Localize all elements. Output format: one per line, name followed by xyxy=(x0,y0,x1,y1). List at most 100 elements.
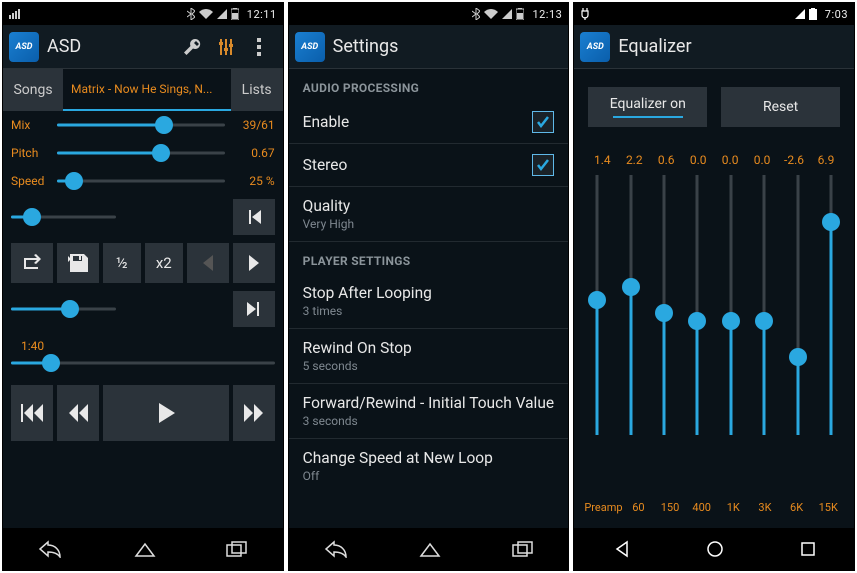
eq-band-label: 6K xyxy=(781,501,813,514)
eq-value: 1.4 xyxy=(586,153,618,167)
speed-slider[interactable] xyxy=(57,171,225,191)
step-back-button[interactable] xyxy=(187,243,229,283)
action-bar: ASD Equalizer xyxy=(574,25,854,69)
play-button[interactable] xyxy=(103,385,229,441)
status-bar: 7:03 xyxy=(574,3,854,25)
prev-track-button[interactable] xyxy=(11,385,53,441)
eq-band-label: 60 xyxy=(623,501,655,514)
extra-slider[interactable] xyxy=(11,207,116,227)
battery-icon xyxy=(809,8,817,20)
eq-band-label: 3K xyxy=(749,501,781,514)
back-icon[interactable] xyxy=(37,540,63,558)
tab-songs[interactable]: Songs xyxy=(3,69,63,111)
eq-bands xyxy=(580,175,848,435)
home-icon[interactable] xyxy=(417,540,443,558)
recents-icon[interactable] xyxy=(799,540,817,558)
wrench-icon[interactable] xyxy=(175,30,209,64)
eq-band-slider[interactable] xyxy=(714,175,747,435)
now-playing-marquee[interactable]: Matrix - Now He Sings, N... xyxy=(63,69,231,111)
tab-lists[interactable]: Lists xyxy=(231,69,283,111)
eq-band-slider[interactable] xyxy=(681,175,714,435)
audio-processing-header: AUDIO PROCESSING xyxy=(289,69,569,101)
charging-plug-icon xyxy=(580,8,590,20)
bluetooth-icon xyxy=(187,8,195,20)
clock: 12:13 xyxy=(532,8,562,21)
eq-value: 0.0 xyxy=(682,153,714,167)
equalizer-screen: 7:03 ASD Equalizer Equalizer on Reset 1.… xyxy=(573,2,855,571)
quality-row[interactable]: Quality Very High xyxy=(289,187,569,242)
double-speed-button[interactable]: x2 xyxy=(145,243,183,283)
wifi-icon xyxy=(199,9,213,19)
fast-forward-button[interactable] xyxy=(233,385,275,441)
eq-band-slider[interactable] xyxy=(614,175,647,435)
skip-next-button[interactable] xyxy=(233,291,275,327)
eq-band-slider[interactable] xyxy=(647,175,680,435)
eq-labels-row: Preamp601504001K3K6K15K xyxy=(574,493,854,528)
progress-slider[interactable] xyxy=(11,299,116,319)
equalizer-title: Equalizer xyxy=(618,36,848,57)
eq-band-slider[interactable] xyxy=(815,175,848,435)
ff-rw-row[interactable]: Forward/Rewind - Initial Touch Value 3 s… xyxy=(289,384,569,439)
status-bar: 12:13 xyxy=(289,3,569,25)
eq-band-slider[interactable] xyxy=(748,175,781,435)
position-time: 1:40 xyxy=(11,339,44,353)
back-icon[interactable] xyxy=(611,540,631,558)
step-forward-button[interactable] xyxy=(233,243,275,283)
recents-icon[interactable] xyxy=(512,541,534,557)
nav-bar xyxy=(574,528,854,570)
change-speed-row[interactable]: Change Speed at New Loop Off xyxy=(289,439,569,493)
cell-icon xyxy=(502,9,512,19)
eq-band-label: 400 xyxy=(686,501,718,514)
mix-label: Mix xyxy=(11,118,51,132)
app-icon[interactable]: ASD xyxy=(580,32,610,62)
loop-button[interactable] xyxy=(11,243,53,283)
eq-band-label: 1K xyxy=(717,501,749,514)
settings-title: Settings xyxy=(333,36,563,57)
app-icon[interactable]: ASD xyxy=(295,32,325,62)
eq-value: 0.6 xyxy=(650,153,682,167)
player-screen: 12:11 ASD ASD Songs Matrix - Now He Sing… xyxy=(2,2,284,571)
wifi-icon xyxy=(484,9,498,19)
eq-value: 0.0 xyxy=(746,153,778,167)
eq-band-label: Preamp xyxy=(584,501,622,514)
half-speed-button[interactable]: ½ xyxy=(103,243,141,283)
sliders-icon[interactable] xyxy=(209,30,243,64)
skip-prev-button[interactable] xyxy=(233,199,275,235)
save-button[interactable] xyxy=(57,243,99,283)
eq-values-row: 1.42.20.60.00.00.0-2.66.9 xyxy=(574,137,854,175)
home-icon[interactable] xyxy=(705,539,725,559)
eq-band-label: 15K xyxy=(812,501,844,514)
eq-band-slider[interactable] xyxy=(580,175,613,435)
eq-value: 2.2 xyxy=(618,153,650,167)
back-icon[interactable] xyxy=(323,540,349,558)
action-bar: ASD ASD xyxy=(3,25,283,69)
enable-checkbox[interactable] xyxy=(532,111,554,133)
eq-value: 6.9 xyxy=(810,153,842,167)
rewind-button[interactable] xyxy=(57,385,99,441)
battery-icon xyxy=(231,8,239,20)
eq-band-label: 150 xyxy=(654,501,686,514)
overflow-icon[interactable] xyxy=(243,30,277,64)
nav-bar xyxy=(3,528,283,570)
settings-screen: 12:13 ASD Settings AUDIO PROCESSING Enab… xyxy=(288,2,570,571)
home-icon[interactable] xyxy=(132,540,158,558)
clock: 12:11 xyxy=(247,8,277,21)
battery-icon xyxy=(516,8,524,20)
mix-slider[interactable] xyxy=(57,115,225,135)
clock: 7:03 xyxy=(825,8,848,21)
seek-slider[interactable] xyxy=(11,353,275,373)
pitch-slider[interactable] xyxy=(57,143,225,163)
equalizer-on-button[interactable]: Equalizer on xyxy=(588,87,707,127)
stereo-checkbox[interactable] xyxy=(532,154,554,176)
stop-after-looping-row[interactable]: Stop After Looping 3 times xyxy=(289,274,569,329)
app-icon: ASD xyxy=(9,32,39,62)
stereo-row[interactable]: Stereo xyxy=(289,144,569,187)
eq-value: 0.0 xyxy=(714,153,746,167)
recents-icon[interactable] xyxy=(226,541,248,557)
eq-band-slider[interactable] xyxy=(781,175,814,435)
reset-button[interactable]: Reset xyxy=(721,87,840,127)
bluetooth-icon xyxy=(472,8,480,20)
rewind-on-stop-row[interactable]: Rewind On Stop 5 seconds xyxy=(289,329,569,384)
enable-row[interactable]: Enable xyxy=(289,101,569,144)
mix-value: 39/61 xyxy=(231,118,275,132)
